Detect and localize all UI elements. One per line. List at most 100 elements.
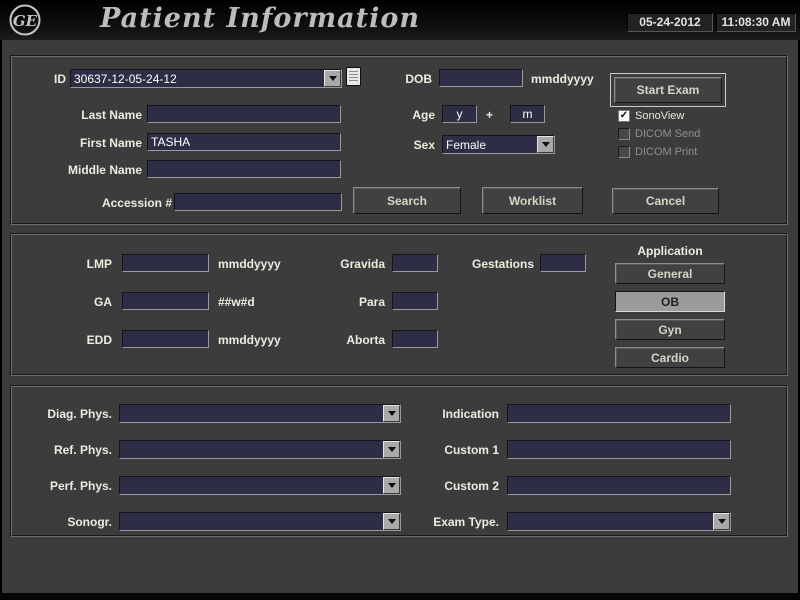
first-name-input[interactable] xyxy=(147,133,341,151)
page-title: Patient Information xyxy=(100,3,420,34)
age-label: Age xyxy=(385,108,435,122)
custom2-label: Custom 2 xyxy=(409,479,499,493)
last-name-input[interactable] xyxy=(147,105,341,123)
title-bar: GE Patient Information 05-24-2012 11:08:… xyxy=(0,0,800,40)
diag-phys-combo-arrow-button[interactable] xyxy=(383,405,400,422)
sonogr-combo xyxy=(119,512,401,531)
diag-phys-combo xyxy=(119,404,401,423)
middle-name-input[interactable] xyxy=(147,160,341,178)
gestations-input[interactable] xyxy=(540,254,586,272)
first-name-label: First Name xyxy=(42,136,142,150)
dob-label: DOB xyxy=(382,72,432,86)
application-label: Application xyxy=(615,244,725,258)
start-exam-button[interactable]: Start Exam xyxy=(614,77,722,103)
exam-type-label: Exam Type. xyxy=(409,515,499,529)
staff-panel: Diag. Phys. Ref. Phys. Perf. Phys. Sonog… xyxy=(10,385,788,537)
lmp-input[interactable] xyxy=(122,254,209,272)
ga-format-hint: ##w#d xyxy=(218,295,255,309)
ge-logo-icon: GE xyxy=(8,3,42,37)
chevron-down-icon xyxy=(388,447,396,452)
search-button[interactable]: Search xyxy=(353,187,461,214)
dob-format-hint: mmddyyyy xyxy=(531,72,594,86)
perf-phys-combo xyxy=(119,476,401,495)
patient-list-page-icon[interactable] xyxy=(346,67,361,86)
dob-input[interactable] xyxy=(439,69,523,87)
exam-type-combo-arrow-button[interactable] xyxy=(713,513,730,530)
chevron-down-icon xyxy=(388,483,396,488)
time-display: 11:08:30 AM xyxy=(716,13,796,32)
chevron-down-icon xyxy=(388,519,396,524)
id-combo xyxy=(70,69,342,88)
indication-label: Indication xyxy=(409,407,499,421)
sonoview-checkbox-label: SonoView xyxy=(635,110,684,122)
exam-type-combo-input[interactable] xyxy=(508,513,713,530)
para-label: Para xyxy=(305,295,385,309)
application-gyn-button[interactable]: Gyn xyxy=(615,319,725,340)
exam-type-combo xyxy=(507,512,731,531)
ref-phys-label: Ref. Phys. xyxy=(22,443,112,457)
aborta-input[interactable] xyxy=(392,330,438,348)
date-display: 05-24-2012 xyxy=(627,13,713,32)
ob-panel: LMP mmddyyyy GA ##w#d EDD mmddyyyy Gravi… xyxy=(10,233,788,376)
id-combo-arrow-button[interactable] xyxy=(324,70,341,87)
dicom-send-checkbox: DICOM Send xyxy=(618,127,700,141)
age-plus-sign: + xyxy=(486,108,493,122)
custom1-input[interactable] xyxy=(507,440,731,459)
age-years-input[interactable] xyxy=(442,105,477,123)
custom2-input[interactable] xyxy=(507,476,731,495)
gestations-label: Gestations xyxy=(454,257,534,271)
age-months-input[interactable] xyxy=(510,105,545,123)
perf-phys-label: Perf. Phys. xyxy=(22,479,112,493)
ref-phys-combo xyxy=(119,440,401,459)
sex-combo-arrow-button[interactable] xyxy=(537,136,554,153)
application-cardio-button[interactable]: Cardio xyxy=(615,347,725,368)
sex-combo xyxy=(442,135,555,154)
patient-panel: ID DOB mmddyyyy Start Exam Last Name Fir… xyxy=(10,55,788,225)
sex-combo-input[interactable] xyxy=(443,136,537,153)
chevron-down-icon xyxy=(542,142,550,147)
custom1-label: Custom 1 xyxy=(409,443,499,457)
checkbox-checked-icon: ✓ xyxy=(618,110,630,122)
middle-name-label: Middle Name xyxy=(42,163,142,177)
id-combo-input[interactable] xyxy=(71,70,324,87)
perf-phys-combo-input[interactable] xyxy=(120,477,383,494)
sonogr-combo-input[interactable] xyxy=(120,513,383,530)
indication-input[interactable] xyxy=(507,404,731,423)
dicom-print-checkbox: DICOM Print xyxy=(618,145,697,159)
edd-format-hint: mmddyyyy xyxy=(218,333,281,347)
ga-input[interactable] xyxy=(122,292,209,310)
application-ob-button[interactable]: OB xyxy=(615,291,725,312)
start-exam-focus-ring: Start Exam xyxy=(610,73,726,107)
dicom-print-checkbox-label: DICOM Print xyxy=(635,146,697,158)
lmp-format-hint: mmddyyyy xyxy=(218,257,281,271)
gravida-input[interactable] xyxy=(392,254,438,272)
chevron-down-icon xyxy=(718,519,726,524)
checkbox-unchecked-icon xyxy=(618,128,630,140)
dicom-send-checkbox-label: DICOM Send xyxy=(635,128,700,140)
patient-information-screen: GE Patient Information 05-24-2012 11:08:… xyxy=(0,0,800,600)
perf-phys-combo-arrow-button[interactable] xyxy=(383,477,400,494)
worklist-button[interactable]: Worklist xyxy=(482,187,583,214)
diag-phys-combo-input[interactable] xyxy=(120,405,383,422)
last-name-label: Last Name xyxy=(42,108,142,122)
diag-phys-label: Diag. Phys. xyxy=(22,407,112,421)
chevron-down-icon xyxy=(329,76,337,81)
sex-label: Sex xyxy=(385,138,435,152)
svg-text:GE: GE xyxy=(13,12,38,30)
ref-phys-combo-arrow-button[interactable] xyxy=(383,441,400,458)
sonoview-checkbox[interactable]: ✓ SonoView xyxy=(618,109,684,123)
edd-input[interactable] xyxy=(122,330,209,348)
ref-phys-combo-input[interactable] xyxy=(120,441,383,458)
bottom-edge xyxy=(0,593,800,600)
gravida-label: Gravida xyxy=(305,257,385,271)
edd-label: EDD xyxy=(52,333,112,347)
sonogr-label: Sonogr. xyxy=(22,515,112,529)
lmp-label: LMP xyxy=(52,257,112,271)
sonogr-combo-arrow-button[interactable] xyxy=(383,513,400,530)
application-general-button[interactable]: General xyxy=(615,263,725,284)
accession-label: Accession # xyxy=(72,196,172,210)
cancel-button[interactable]: Cancel xyxy=(612,188,719,214)
para-input[interactable] xyxy=(392,292,438,310)
accession-input[interactable] xyxy=(174,193,342,211)
aborta-label: Aborta xyxy=(305,333,385,347)
